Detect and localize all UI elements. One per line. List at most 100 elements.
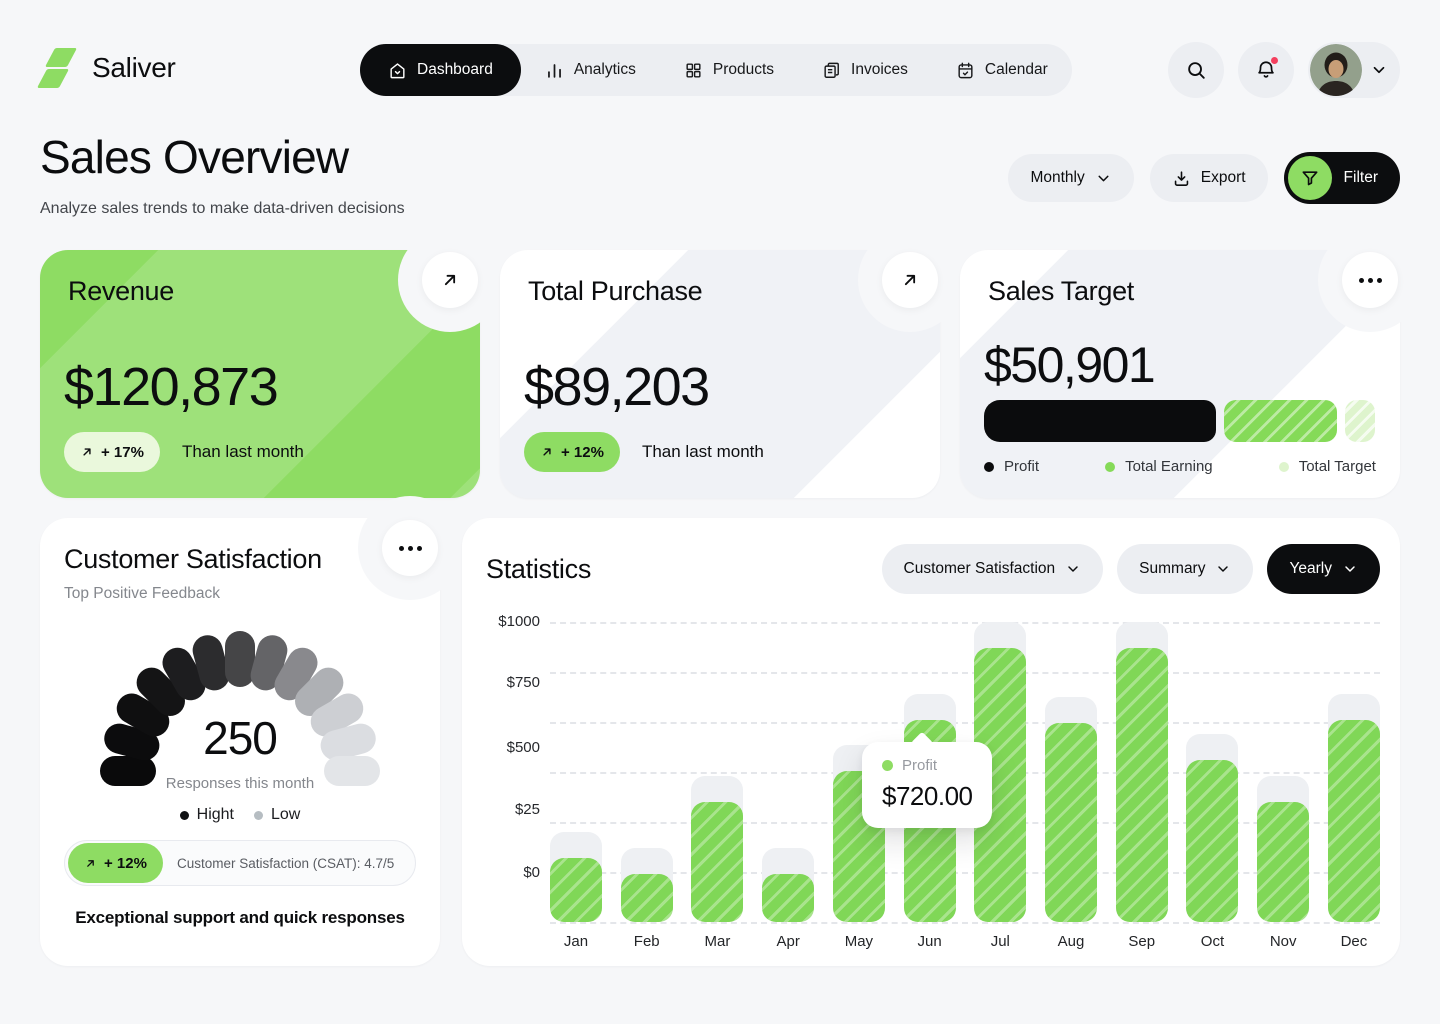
arrow-up-right-icon xyxy=(900,270,920,290)
chevron-down-icon xyxy=(1065,561,1081,577)
legend-item: Total Target xyxy=(1279,458,1376,475)
sales-target-card: Sales Target $50,901 ProfitTotal Earning… xyxy=(960,250,1400,498)
target-bar xyxy=(984,400,1376,442)
lower-row: Customer Satisfaction Top Positive Feedb… xyxy=(40,518,1400,966)
y-tick-label: $750 xyxy=(486,674,540,691)
nav-item-products[interactable]: Products xyxy=(660,44,798,96)
bar-group-nov[interactable]: Nov xyxy=(1257,620,1309,922)
bar-chart-icon xyxy=(545,61,564,80)
total-purchase-value: $89,203 xyxy=(524,356,709,418)
summary-select[interactable]: Summary xyxy=(1117,544,1253,594)
statistics-card: Statistics Customer Satisfaction Summary… xyxy=(462,518,1400,966)
target-segment-profit xyxy=(984,400,1216,442)
tooltip-value: $720.00 xyxy=(882,781,972,812)
download-icon xyxy=(1172,169,1191,188)
range-select[interactable]: Yearly xyxy=(1267,544,1380,594)
x-tick-label: Dec xyxy=(1341,933,1368,950)
revenue-delta-note: Than last month xyxy=(182,442,304,462)
csat-text: Customer Satisfaction (CSAT): 4.7/5 xyxy=(177,856,394,871)
nav-item-invoices[interactable]: Invoices xyxy=(798,44,932,96)
bar-group-oct[interactable]: Oct xyxy=(1186,620,1238,922)
filter-button[interactable]: Filter xyxy=(1284,152,1400,204)
bar-group-dec[interactable]: Dec xyxy=(1328,620,1380,922)
total-purchase-delta-note: Than last month xyxy=(642,442,764,462)
export-label: Export xyxy=(1201,169,1246,187)
legend-item: Hight xyxy=(180,806,234,824)
nav-item-label: Calendar xyxy=(985,61,1048,79)
search-icon xyxy=(1185,59,1207,81)
x-tick-label: Mar xyxy=(705,933,731,950)
x-tick-label: Apr xyxy=(776,933,799,950)
period-select[interactable]: Monthly xyxy=(1008,154,1133,202)
profile-menu[interactable] xyxy=(1308,42,1400,98)
bar-group-apr[interactable]: Apr xyxy=(762,620,814,922)
bar-group-aug[interactable]: Aug xyxy=(1045,620,1097,922)
sales-target-more-button[interactable] xyxy=(1342,252,1398,308)
revenue-expand-button[interactable] xyxy=(422,252,478,308)
legend-item: Low xyxy=(254,806,300,824)
statistics-title: Statistics xyxy=(486,554,591,585)
gauge-segment xyxy=(324,756,380,786)
home-icon xyxy=(388,61,407,80)
search-button[interactable] xyxy=(1168,42,1224,98)
sales-target-value: $50,901 xyxy=(984,336,1154,394)
export-button[interactable]: Export xyxy=(1150,154,1268,202)
cs-footnote: Exceptional support and quick responses xyxy=(64,908,416,928)
period-select-value: Monthly xyxy=(1030,169,1084,187)
arrow-up-right-icon xyxy=(84,857,97,870)
gauge-segment xyxy=(100,756,156,786)
chevron-down-icon xyxy=(1370,61,1388,79)
total-purchase-expand-button[interactable] xyxy=(882,252,938,308)
ellipsis-icon xyxy=(1359,278,1382,283)
chart-tooltip: Profit $720.00 xyxy=(862,742,992,828)
cs-legend: Hight Low xyxy=(64,806,416,824)
x-tick-label: Aug xyxy=(1058,933,1085,950)
main-nav: Dashboard Analytics Products Invoices Ca… xyxy=(360,44,1072,96)
tooltip-series-dot xyxy=(882,760,893,771)
chevron-down-icon xyxy=(1342,561,1358,577)
gauge: 250 xyxy=(64,617,416,799)
bar-chart: $1000$750$500$25$0 JanFebMarAprMayJunJul… xyxy=(486,620,1380,950)
revenue-card: Revenue $120,873 + 17% Than last month xyxy=(40,250,480,498)
total-purchase-delta-badge: + 12% xyxy=(524,432,620,472)
legend-item: Total Earning xyxy=(1105,458,1213,475)
nav-item-analytics[interactable]: Analytics xyxy=(521,44,660,96)
target-segment-total-earning xyxy=(1224,400,1337,442)
arrow-up-right-icon xyxy=(540,445,554,459)
arrow-up-right-icon xyxy=(80,445,94,459)
y-tick-label: $1000 xyxy=(486,613,540,630)
invoice-icon xyxy=(822,61,841,80)
calendar-icon xyxy=(956,61,975,80)
nav-item-dashboard[interactable]: Dashboard xyxy=(360,44,521,96)
page-actions: Monthly Export Filter xyxy=(1008,152,1400,204)
x-tick-label: Nov xyxy=(1270,933,1297,950)
nav-item-label: Analytics xyxy=(574,61,636,79)
nav-item-label: Invoices xyxy=(851,61,908,79)
tooltip-label: Profit xyxy=(902,757,937,774)
nav-item-label: Products xyxy=(713,61,774,79)
revenue-value: $120,873 xyxy=(64,356,277,418)
target-legend: ProfitTotal EarningTotal Target xyxy=(984,458,1376,475)
x-tick-label: Jul xyxy=(991,933,1010,950)
kpi-row: Revenue $120,873 + 17% Than last month T… xyxy=(40,250,1400,498)
bar-group-jan[interactable]: Jan xyxy=(550,620,602,922)
csat-delta-badge: + 12% xyxy=(68,843,163,883)
notifications-button[interactable] xyxy=(1238,42,1294,98)
customer-satisfaction-more-button[interactable] xyxy=(382,520,438,576)
customer-satisfaction-card: Customer Satisfaction Top Positive Feedb… xyxy=(40,518,440,966)
total-purchase-card: Total Purchase $89,203 + 12% Than last m… xyxy=(500,250,940,498)
csat-pill: + 12% Customer Satisfaction (CSAT): 4.7/… xyxy=(64,840,416,886)
chevron-down-icon xyxy=(1095,170,1112,187)
nav-item-calendar[interactable]: Calendar xyxy=(932,44,1072,96)
filter-label: Filter xyxy=(1344,169,1378,187)
bar-group-mar[interactable]: Mar xyxy=(691,620,743,922)
x-tick-label: Feb xyxy=(634,933,660,950)
statistics-filters: Customer Satisfaction Summary Yearly xyxy=(882,544,1380,594)
y-tick-label: $0 xyxy=(486,864,540,881)
bar-group-sep[interactable]: Sep xyxy=(1116,620,1168,922)
brand-logo: Saliver xyxy=(40,46,176,90)
bar-group-feb[interactable]: Feb xyxy=(621,620,673,922)
metric-select[interactable]: Customer Satisfaction xyxy=(882,544,1104,594)
total-purchase-card-title: Total Purchase xyxy=(528,276,912,307)
ellipsis-icon xyxy=(399,546,422,551)
